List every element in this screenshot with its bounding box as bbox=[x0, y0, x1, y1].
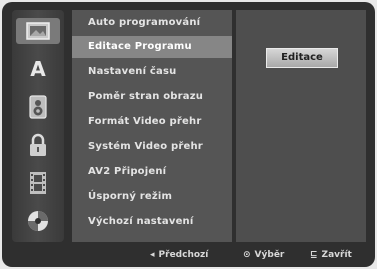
lock-icon[interactable] bbox=[16, 132, 60, 158]
audio-icon[interactable] bbox=[16, 94, 60, 120]
setup-menu-list: Auto programování Editace Programu Nasta… bbox=[72, 10, 232, 242]
filmstrip-icon[interactable] bbox=[16, 170, 60, 196]
language-icon[interactable]: A bbox=[16, 56, 60, 82]
disc-icon[interactable] bbox=[16, 208, 60, 234]
picture-icon[interactable] bbox=[16, 18, 60, 44]
enter-icon: ⊙ bbox=[243, 250, 251, 260]
menu-item-video-output-format[interactable]: Formát Video přehr bbox=[72, 111, 232, 133]
menu-item-aspect-ratio[interactable]: Poměr stran obrazu bbox=[72, 86, 232, 108]
key-legend: ◂ Předchozí ⊙ Výběr ⊑ Zavřít bbox=[2, 248, 375, 264]
osd-setup-screen: A Auto programování Editace Programu Nas… bbox=[2, 2, 375, 267]
edit-button[interactable]: Editace bbox=[266, 48, 338, 68]
menu-item-clock-setting[interactable]: Nastavení času bbox=[72, 61, 232, 83]
option-detail-panel: Editace bbox=[236, 10, 366, 242]
legend-back-label: Předchozí bbox=[158, 250, 209, 260]
legend-back: ◂ Předchozí bbox=[150, 250, 208, 260]
menu-item-power-save[interactable]: Úsporný režim bbox=[72, 186, 232, 208]
menu-item-factory-reset[interactable]: Výchozí nastavení bbox=[72, 211, 232, 233]
menu-item-auto-programming[interactable]: Auto programování bbox=[72, 12, 232, 34]
legend-close-label: Zavřít bbox=[321, 250, 352, 260]
legend-select: ⊙ Výběr bbox=[243, 250, 284, 260]
close-key-icon: ⊑ bbox=[310, 250, 318, 260]
left-arrow-icon: ◂ bbox=[150, 250, 155, 260]
legend-close: ⊑ Zavřít bbox=[310, 250, 352, 260]
menu-item-program-edit[interactable]: Editace Programu bbox=[72, 36, 232, 58]
menu-item-video-output-system[interactable]: Systém Video přehr bbox=[72, 136, 232, 158]
menu-item-av2-connection[interactable]: AV2 Připojení bbox=[72, 161, 232, 183]
legend-select-label: Výběr bbox=[254, 250, 285, 260]
category-icon-column: A bbox=[12, 10, 64, 242]
